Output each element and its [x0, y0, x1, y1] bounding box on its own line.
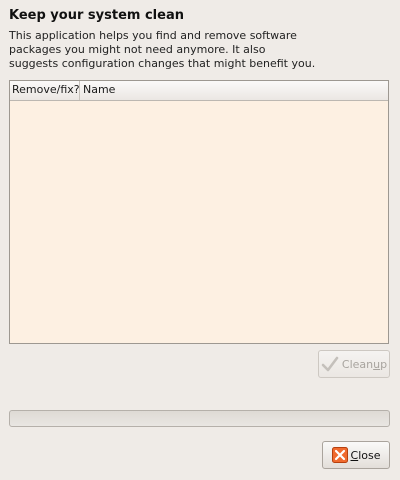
close-button-label: Close — [350, 448, 381, 462]
checkmark-icon — [321, 356, 339, 372]
column-header-name[interactable]: Name — [80, 81, 388, 100]
list-body[interactable] — [10, 101, 388, 343]
progress-bar — [9, 410, 390, 427]
column-header-remove-fix[interactable]: Remove/fix? — [10, 81, 80, 100]
close-x-icon — [331, 447, 348, 463]
cleanup-button[interactable]: Cleanup — [318, 350, 390, 378]
page-title: Keep your system clean — [9, 8, 184, 23]
list-header: Remove/fix? Name — [10, 81, 388, 101]
close-button[interactable]: Close — [322, 441, 390, 469]
page-description: This application helps you find and remo… — [9, 29, 316, 70]
cleanup-button-label: Cleanup — [341, 357, 388, 371]
cruft-list[interactable]: Remove/fix? Name — [9, 80, 389, 344]
